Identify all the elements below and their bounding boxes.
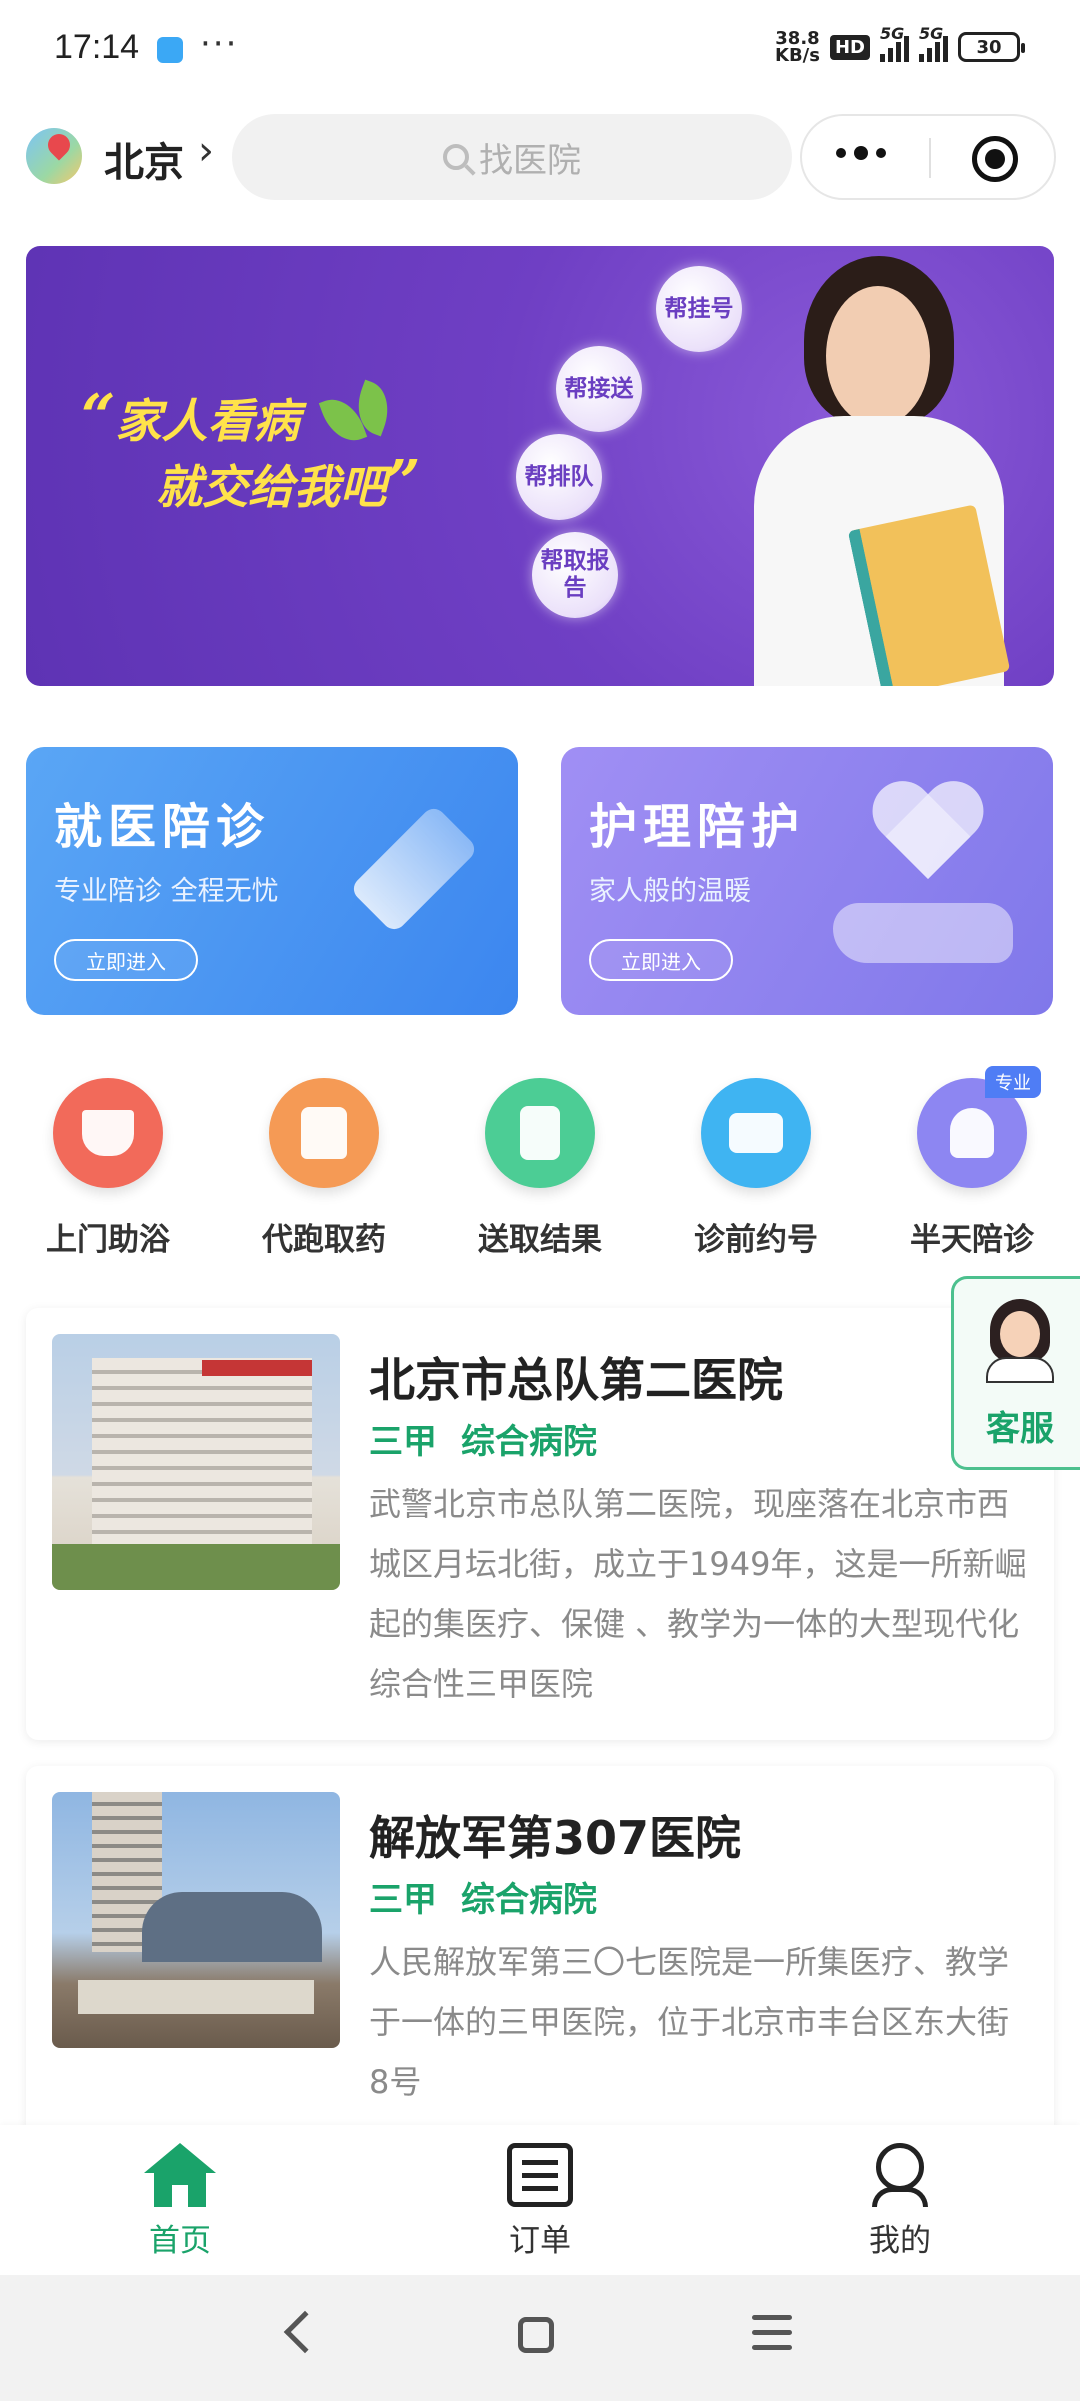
network-speed-unit: KB/s	[775, 45, 820, 66]
back-icon[interactable]	[283, 2310, 327, 2354]
system-navigation-bar	[0, 2275, 1080, 2401]
quick-item-label: 代跑取药	[262, 1222, 386, 1258]
hospital-card[interactable]: 解放军第307医院 三甲 综合病院 人民解放军第三〇七医院是一所集医疗、教学于一…	[26, 1766, 1054, 2136]
quick-item-label: 诊前约号	[694, 1222, 818, 1258]
chevron-right-icon[interactable]: ›	[198, 128, 214, 174]
medicine-bag-icon	[269, 1078, 379, 1188]
quick-item-results[interactable]: 送取结果	[440, 1075, 640, 1259]
location-map-icon[interactable]	[26, 128, 82, 184]
home-square-icon[interactable]	[518, 2317, 554, 2353]
customer-service-button[interactable]: 客服	[951, 1276, 1080, 1470]
quick-item-medicine[interactable]: 代跑取药	[224, 1075, 424, 1259]
hospital-card[interactable]: 北京市总队第二医院 三甲 综合病院 武警北京市总队第二医院，现座落在北京市西城区…	[26, 1308, 1054, 1740]
slogan-line-2: 就交给我吧	[156, 460, 386, 514]
network-speed: 38.8 KB/s	[775, 30, 820, 66]
order-list-icon	[507, 2143, 573, 2207]
hd-icon: HD	[829, 34, 870, 60]
app-notification-icon	[157, 37, 183, 63]
mini-program-capsule	[800, 114, 1056, 200]
hospital-type: 综合病院	[461, 1422, 597, 1462]
hospital-tags: 三甲 综合病院	[369, 1872, 597, 1921]
report-icon	[485, 1078, 595, 1188]
capsule-divider	[929, 138, 931, 178]
status-bar: 17:14 ··· 38.8 KB/s HD 5G 5G 30	[0, 0, 1080, 100]
status-icons: 38.8 KB/s HD 5G 5G 30	[775, 24, 1025, 66]
tab-label: 订单	[509, 2223, 571, 2259]
more-options-icon[interactable]	[836, 146, 886, 160]
enter-button[interactable]: 立即进入	[54, 939, 198, 981]
service-subtitle: 专业陪诊 全程无忧	[54, 876, 279, 907]
banner-bubble: 帮排队	[516, 434, 602, 520]
nurse-illustration	[714, 256, 1014, 686]
search-icon	[443, 144, 469, 170]
hospital-type: 综合病院	[461, 1880, 597, 1920]
hospital-photo	[52, 1792, 340, 2048]
slogan-line-1: 家人看病	[115, 394, 300, 448]
hospital-photo	[52, 1334, 340, 1590]
bottom-tab-bar: 首页 订单 我的	[0, 2125, 1080, 2275]
enter-button[interactable]: 立即进入	[589, 939, 733, 981]
service-card-medical-escort[interactable]: 就医陪诊 专业陪诊 全程无忧 立即进入	[26, 747, 518, 1015]
menu-icon[interactable]	[752, 2315, 792, 2360]
tab-home[interactable]: 首页	[80, 2143, 280, 2260]
monitor-icon	[701, 1078, 811, 1188]
quote-close: ”	[386, 448, 421, 518]
city-selector[interactable]: 北京	[104, 130, 184, 188]
signal-5g-label-2: 5G	[919, 24, 944, 43]
hospital-tags: 三甲 综合病院	[369, 1414, 597, 1463]
close-target-icon[interactable]	[972, 136, 1018, 182]
tab-label: 我的	[869, 2223, 931, 2259]
quick-menu: 上门助浴 代跑取药 送取结果 诊前约号 半天陪诊	[0, 1075, 1080, 1275]
leaf-decoration-icon	[318, 379, 398, 449]
service-subtitle: 家人般的温暖	[589, 876, 751, 907]
hospital-name: 北京市总队第二医院	[369, 1353, 783, 1407]
quick-item-label: 半天陪诊	[910, 1222, 1034, 1258]
tab-profile[interactable]: 我的	[800, 2143, 1000, 2260]
pro-badge: 专业	[985, 1066, 1041, 1098]
signal-5g-label: 5G	[880, 24, 905, 43]
battery-icon: 30	[958, 32, 1025, 62]
signal-icon-2: 5G	[919, 24, 948, 62]
quick-item-bath[interactable]: 上门助浴	[8, 1075, 208, 1259]
service-agent-icon	[982, 1299, 1058, 1383]
hospital-level: 三甲	[369, 1422, 437, 1462]
search-placeholder: 找医院	[479, 140, 581, 181]
more-notifications-icon: ···	[200, 24, 239, 64]
customer-service-label: 客服	[986, 1409, 1054, 1449]
search-input[interactable]: 找医院	[232, 114, 792, 200]
quick-item-appointment[interactable]: 诊前约号	[656, 1075, 856, 1259]
tab-label: 首页	[149, 2223, 211, 2259]
battery-level: 30	[976, 36, 1002, 58]
hospital-name: 解放军第307医院	[369, 1811, 742, 1865]
promo-banner[interactable]: “家人看病 就交给我吧” 帮挂号 帮接送 帮排队 帮取报告	[26, 246, 1054, 686]
signal-icon: 5G	[880, 24, 909, 62]
banner-bubble: 帮取报告	[532, 532, 618, 618]
hospital-description: 武警北京市总队第二医院，现座落在北京市西城区月坛北街，成立于1949年，这是一所…	[369, 1485, 1027, 1703]
home-icon	[144, 2143, 216, 2207]
banner-bubble: 帮接送	[556, 346, 642, 432]
profile-icon	[868, 2143, 932, 2207]
status-time: 17:14	[54, 28, 140, 66]
tab-orders[interactable]: 订单	[440, 2143, 640, 2260]
hospital-level: 三甲	[369, 1880, 437, 1920]
service-card-nursing-care[interactable]: 护理陪护 家人般的温暖 立即进入	[561, 747, 1053, 1015]
hospital-description: 人民解放军第三〇七医院是一所集医疗、教学于一体的三甲医院，位于北京市丰台区东大街…	[369, 1943, 1010, 2101]
syringe-icon	[334, 797, 484, 947]
quote-open: “	[81, 382, 116, 452]
quick-item-half-day[interactable]: 半天陪诊	[872, 1075, 1072, 1259]
service-title: 护理陪护	[589, 799, 806, 855]
heart-hand-icon	[833, 783, 1013, 973]
service-title: 就医陪诊	[54, 799, 271, 855]
quick-item-label: 上门助浴	[46, 1222, 170, 1258]
bathtub-icon	[53, 1078, 163, 1188]
top-bar: 北京 › 找医院	[0, 112, 1080, 202]
quick-item-label: 送取结果	[478, 1222, 602, 1258]
